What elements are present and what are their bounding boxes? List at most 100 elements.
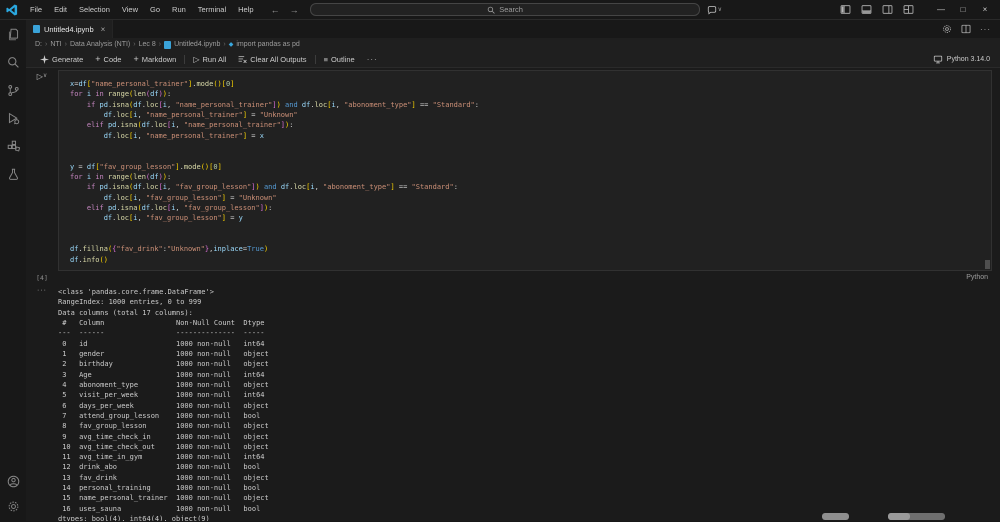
chevron-down-icon: ∨ xyxy=(718,6,722,13)
source-control-icon[interactable] xyxy=(7,84,20,97)
breadcrumb-separator: › xyxy=(45,41,47,48)
toolbar-more-button[interactable]: ··· xyxy=(361,55,384,64)
menu-file[interactable]: File xyxy=(24,5,48,14)
tab-bar: Untitled4.ipynb × ··· xyxy=(26,20,1000,38)
breadcrumb-item[interactable]: Untitled4.ipynb xyxy=(174,41,220,48)
code-line: x=df["name_personal_trainer"].mode()[0] xyxy=(70,79,991,89)
scrollbar-thumb[interactable] xyxy=(888,513,945,520)
generate-button[interactable]: Generate xyxy=(34,55,89,64)
command-center-search[interactable]: Search xyxy=(310,3,700,16)
toggle-sidebar-right-icon[interactable] xyxy=(882,4,893,15)
menu-view[interactable]: View xyxy=(116,5,144,14)
code-line: if pd.isna(df.loc[i, "fav_group_lesson"]… xyxy=(70,182,991,192)
code-line: df.loc[i, "name_personal_trainer"] = x xyxy=(70,131,991,141)
sparkle-icon xyxy=(40,55,49,64)
breadcrumb-item[interactable]: NTI xyxy=(50,41,61,48)
add-markdown-cell-button[interactable]: + Markdown xyxy=(127,54,182,64)
code-line: df.loc[i, "fav_group_lesson"] = y xyxy=(70,213,991,223)
output-line: 15 name_personal_trainer 1000 non-null o… xyxy=(58,493,1000,503)
code-line: df.loc[i, "name_personal_trainer"] = "Un… xyxy=(70,110,991,120)
vscode-logo-icon xyxy=(0,4,24,16)
output-lines-container: <class 'pandas.core.frame.DataFrame'>Ran… xyxy=(58,287,1000,521)
explorer-icon[interactable] xyxy=(7,28,20,41)
nav-back-icon[interactable]: ← xyxy=(266,5,285,15)
minimize-button[interactable]: — xyxy=(930,5,952,14)
search-view-icon[interactable] xyxy=(7,56,20,69)
output-line: <class 'pandas.core.frame.DataFrame'> xyxy=(58,287,1000,297)
output-line: 13 fav_drink 1000 non-null object xyxy=(58,473,1000,483)
code-line xyxy=(70,224,991,234)
accounts-icon[interactable] xyxy=(7,475,20,488)
code-line: y = df["fav_group_lesson"].mode()[0] xyxy=(70,162,991,172)
toggle-sidebar-left-icon[interactable] xyxy=(840,4,851,15)
close-button[interactable]: × xyxy=(974,5,996,14)
nav-forward-icon[interactable]: → xyxy=(285,5,304,15)
output-line: 12 drink_abo 1000 non-null bool xyxy=(58,462,1000,472)
output-line: 7 attend_group_lesson 1000 non-null bool xyxy=(58,411,1000,421)
breadcrumb-separator: › xyxy=(133,41,135,48)
testing-icon[interactable] xyxy=(7,168,20,181)
output-line: dtypes: bool(4), int64(4), object(9) xyxy=(58,514,1000,521)
breadcrumb-item[interactable]: Lec 8 xyxy=(139,41,156,48)
maximize-button[interactable]: □ xyxy=(952,5,974,14)
add-code-cell-button[interactable]: + Code xyxy=(89,54,127,64)
extensions-icon[interactable] xyxy=(7,140,20,153)
clear-all-outputs-label: Clear All Outputs xyxy=(250,55,306,64)
customize-layout-icon[interactable] xyxy=(903,4,914,15)
run-cell-dropdown-icon[interactable]: ∨ xyxy=(43,72,47,79)
markdown-label: Markdown xyxy=(142,55,177,64)
notebook-file-icon xyxy=(33,25,40,33)
clear-all-outputs-button[interactable]: Clear All Outputs xyxy=(232,55,312,64)
settings-gear-icon[interactable] xyxy=(7,500,20,513)
cell-code-editor[interactable]: x=df["name_personal_trainer"].mode()[0]f… xyxy=(58,70,992,271)
toggle-panel-icon[interactable] xyxy=(861,4,872,15)
editor-scrollbar-thumb[interactable] xyxy=(985,260,990,269)
notebook-editor: ▷ ∨ x=df["name_personal_trainer"].mode()… xyxy=(26,68,1000,521)
split-editor-icon[interactable] xyxy=(961,24,971,34)
tab-title: Untitled4.ipynb xyxy=(44,25,94,34)
menu-run[interactable]: Run xyxy=(166,5,192,14)
code-lines-container: x=df["name_personal_trainer"].mode()[0]f… xyxy=(70,79,991,265)
menu-help[interactable]: Help xyxy=(232,5,259,14)
cell-language-label[interactable]: Python xyxy=(966,274,1000,281)
tab-close-icon[interactable]: × xyxy=(101,25,106,34)
output-line: 5 visit_per_week 1000 non-null int64 xyxy=(58,390,1000,400)
configure-notebook-icon[interactable] xyxy=(942,24,952,34)
menu-selection[interactable]: Selection xyxy=(73,5,116,14)
run-cell-button[interactable]: ▷ ∨ xyxy=(37,72,48,81)
breadcrumb: D:›NTI›Data Analysis (NTI)›Lec 8›Untitle… xyxy=(26,38,1000,51)
more-actions-icon[interactable]: ··· xyxy=(980,25,991,34)
output-line: Data columns (total 17 columns): xyxy=(58,308,1000,318)
code-line: df.fillna({"fav_drink":"Unknown"},inplac… xyxy=(70,244,991,254)
code-line: elif pd.isna(df.loc[i, "fav_group_lesson… xyxy=(70,203,991,213)
toolbar-separator xyxy=(315,55,316,64)
search-icon xyxy=(487,6,495,14)
menu-go[interactable]: Go xyxy=(144,5,166,14)
notebook-toolbar: Generate + Code + Markdown ▷ Run All Cle… xyxy=(26,51,1000,68)
menubar: FileEditSelectionViewGoRunTerminalHelp xyxy=(24,5,260,14)
code-cell: ▷ ∨ x=df["name_personal_trainer"].mode()… xyxy=(26,68,1000,271)
copilot-menu[interactable]: ∨ xyxy=(707,5,722,15)
breadcrumb-item[interactable]: D: xyxy=(35,41,42,48)
output-line: RangeIndex: 1000 entries, 0 to 999 xyxy=(58,297,1000,307)
tab-untitled4-ipynb[interactable]: Untitled4.ipynb × xyxy=(26,20,113,38)
output-line: 6 days_per_week 1000 non-null object xyxy=(58,401,1000,411)
breadcrumb-item[interactable]: import pandas as pd xyxy=(236,41,299,48)
breadcrumb-separator: › xyxy=(223,41,225,48)
scrollbar-thumb[interactable] xyxy=(822,513,849,520)
output-line: 4 abonoment_type 1000 non-null object xyxy=(58,380,1000,390)
output-more-actions-icon[interactable]: ··· xyxy=(37,287,47,295)
output-line: 3 Age 1000 non-null int64 xyxy=(58,370,1000,380)
run-debug-icon[interactable] xyxy=(7,112,20,125)
menu-edit[interactable]: Edit xyxy=(48,5,73,14)
output-line: 8 fav_group_lesson 1000 non-null object xyxy=(58,421,1000,431)
menu-terminal[interactable]: Terminal xyxy=(192,5,232,14)
breadcrumb-item[interactable]: Data Analysis (NTI) xyxy=(70,41,130,48)
output-line: 2 birthday 1000 non-null object xyxy=(58,359,1000,369)
kernel-picker[interactable]: Python 3.14.0 xyxy=(933,55,1000,64)
generate-label: Generate xyxy=(52,55,83,64)
outline-button[interactable]: ≡ Outline xyxy=(318,55,361,64)
symbol-icon: ◆ xyxy=(229,41,234,48)
run-all-button[interactable]: ▷ Run All xyxy=(187,55,232,64)
output-line: # Column Non-Null Count Dtype xyxy=(58,318,1000,328)
